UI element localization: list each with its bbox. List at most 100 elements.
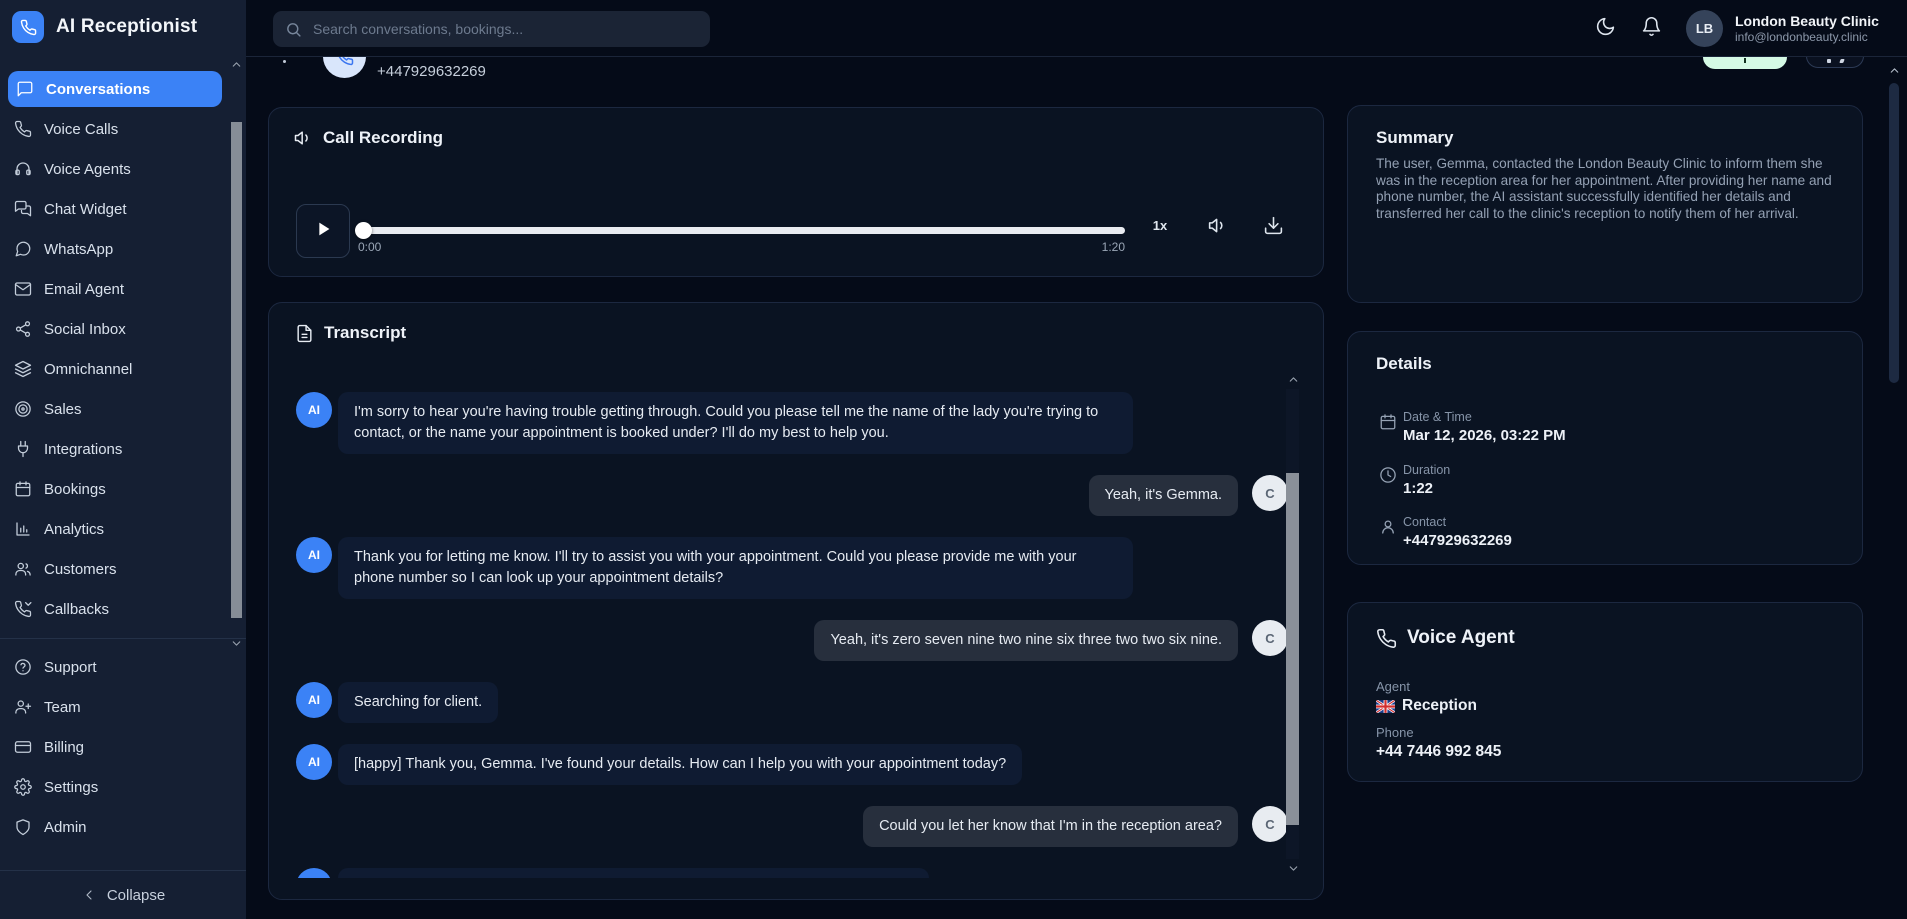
- detail-label: Date & Time: [1403, 410, 1566, 424]
- call-recording-card: Call Recording 0:00 1:20 1x: [268, 107, 1324, 277]
- playback-speed-button[interactable]: 1x: [1143, 218, 1177, 233]
- transcript-message: Could you let her know that I'm in the r…: [296, 806, 1288, 847]
- page-scrollbar[interactable]: [1886, 57, 1902, 919]
- sidebar-item-chat-widget[interactable]: Chat Widget: [0, 189, 246, 229]
- call-recording-title: Call Recording: [323, 128, 443, 148]
- sidebar-scrollbar-thumb[interactable]: [231, 122, 242, 618]
- current-time: 0:00: [358, 240, 381, 254]
- page-scrollbar-thumb[interactable]: [1889, 83, 1899, 383]
- sidebar-item-label: Sales: [44, 401, 82, 418]
- sidebar-item-sales[interactable]: Sales: [0, 389, 246, 429]
- sidebar-item-voice-agents[interactable]: Voice Agents: [0, 149, 246, 189]
- phone-callback-icon: [14, 600, 32, 618]
- detail-row-duration: Duration 1:22: [1376, 463, 1450, 497]
- sidebar-item-analytics[interactable]: Analytics: [0, 509, 246, 549]
- transcript-message: AI [happy] Thank you, Gemma. I've found …: [296, 744, 1288, 785]
- agent-value: Reception: [1376, 697, 1477, 715]
- dark-mode-toggle[interactable]: [1592, 16, 1618, 42]
- sidebar-item-social-inbox[interactable]: Social Inbox: [0, 309, 246, 349]
- transcript-scrollbar[interactable]: [1284, 373, 1302, 875]
- customer-avatar: C: [1252, 475, 1288, 511]
- moon-icon: [1595, 16, 1616, 42]
- seek-slider-thumb[interactable]: [355, 222, 372, 239]
- org-avatar: LB: [1686, 10, 1723, 47]
- sidebar-item-label: Admin: [44, 819, 87, 836]
- sidebar-item-callbacks[interactable]: Callbacks: [0, 589, 246, 629]
- sidebar-item-label: WhatsApp: [44, 241, 113, 258]
- help-circle-icon: [14, 658, 32, 676]
- scroll-down-icon[interactable]: [1284, 862, 1302, 875]
- sidebar-item-integrations[interactable]: Integrations: [0, 429, 246, 469]
- volume-button[interactable]: [1204, 215, 1230, 241]
- sidebar-item-voice-calls[interactable]: Voice Calls: [0, 109, 246, 149]
- sidebar-collapse-button[interactable]: Collapse: [0, 870, 246, 919]
- transcript-title: Transcript: [324, 323, 406, 343]
- bar-chart-icon: [14, 520, 32, 538]
- transcript-messages: AI I'm sorry to hear you're having troub…: [296, 371, 1288, 878]
- sidebar-item-customers[interactable]: Customers: [0, 549, 246, 589]
- collapse-label: Collapse: [107, 887, 165, 904]
- details-card: Details Date & Time Mar 12, 2026, 03:22 …: [1347, 331, 1863, 565]
- chevron-left-icon: [81, 887, 97, 903]
- sidebar-scrollbar[interactable]: [230, 58, 243, 650]
- ai-avatar: AI: [296, 682, 332, 718]
- sidebar-item-bookings[interactable]: Bookings: [0, 469, 246, 509]
- envelope-icon: [14, 280, 32, 298]
- summary-text: The user, Gemma, contacted the London Be…: [1376, 156, 1838, 222]
- agent-phone-value: +44 7446 992 845: [1376, 743, 1501, 761]
- scroll-up-icon[interactable]: [1284, 373, 1302, 386]
- transcript-message: AI Please hold while I transfer you to t…: [296, 868, 1288, 878]
- scroll-down-icon[interactable]: [230, 637, 243, 650]
- sidebar-item-omnichannel[interactable]: Omnichannel: [0, 349, 246, 389]
- volume-icon: [1207, 215, 1228, 241]
- sidebar-item-label: Team: [44, 699, 81, 716]
- headphones-icon: [14, 160, 32, 178]
- shield-icon: [14, 818, 32, 836]
- share-icon: [14, 320, 32, 338]
- app-root: AI Receptionist Conversations Voice Call…: [0, 0, 1907, 919]
- search-bar[interactable]: [273, 11, 710, 47]
- play-button[interactable]: [296, 204, 350, 258]
- message-bubble: Please hold while I transfer you to the …: [338, 868, 929, 878]
- summary-card: Summary The user, Gemma, contacted the L…: [1347, 105, 1863, 303]
- plug-icon: [14, 440, 32, 458]
- message-bubble: Could you let her know that I'm in the r…: [863, 806, 1238, 847]
- ai-avatar: AI: [296, 744, 332, 780]
- sidebar-item-team[interactable]: Team: [0, 687, 246, 727]
- account-menu[interactable]: LB London Beauty Clinic info@londonbeaut…: [1686, 10, 1879, 47]
- notifications-button[interactable]: [1638, 16, 1664, 42]
- sidebar-item-conversations[interactable]: Conversations: [8, 71, 222, 107]
- phone-icon: [1376, 628, 1397, 649]
- action-button-clipped[interactable]: [1806, 57, 1864, 68]
- scroll-up-icon[interactable]: [230, 58, 243, 71]
- message-bubble: Yeah, it's zero seven nine two nine six …: [814, 620, 1238, 661]
- scroll-up-icon[interactable]: [1886, 64, 1902, 77]
- customer-avatar: C: [1252, 620, 1288, 656]
- download-button[interactable]: [1260, 215, 1286, 241]
- seek-slider[interactable]: [358, 227, 1125, 234]
- transcript-scrollbar-thumb[interactable]: [1286, 473, 1299, 825]
- ai-avatar: AI: [296, 537, 332, 573]
- org-email: info@londonbeauty.clinic: [1735, 30, 1879, 45]
- sidebar-item-admin[interactable]: Admin: [0, 807, 246, 847]
- search-input[interactable]: [311, 20, 698, 38]
- sidebar-item-whatsapp[interactable]: WhatsApp: [0, 229, 246, 269]
- org-info: London Beauty Clinic info@londonbeauty.c…: [1735, 13, 1879, 45]
- caller-avatar: [323, 57, 366, 78]
- sidebar-item-label: Email Agent: [44, 281, 124, 298]
- status-badge-clipped[interactable]: [1703, 57, 1787, 69]
- sidebar-item-label: Support: [44, 659, 97, 676]
- detail-row-datetime: Date & Time Mar 12, 2026, 03:22 PM: [1376, 410, 1566, 444]
- sidebar-item-billing[interactable]: Billing: [0, 727, 246, 767]
- sidebar-item-support[interactable]: Support: [0, 647, 246, 687]
- speaker-icon: [293, 128, 313, 148]
- sidebar-item-email-agent[interactable]: Email Agent: [0, 269, 246, 309]
- back-button[interactable]: [283, 60, 286, 63]
- ai-avatar: AI: [296, 868, 332, 878]
- voice-agent-title: Voice Agent: [1407, 627, 1515, 649]
- message-bubble: Thank you for letting me know. I'll try …: [338, 537, 1133, 599]
- sidebar-item-settings[interactable]: Settings: [0, 767, 246, 807]
- sidebar-nav: Conversations Voice Calls Voice Agents C…: [0, 69, 246, 847]
- sidebar-item-label: Voice Agents: [44, 161, 131, 178]
- target-icon: [14, 400, 32, 418]
